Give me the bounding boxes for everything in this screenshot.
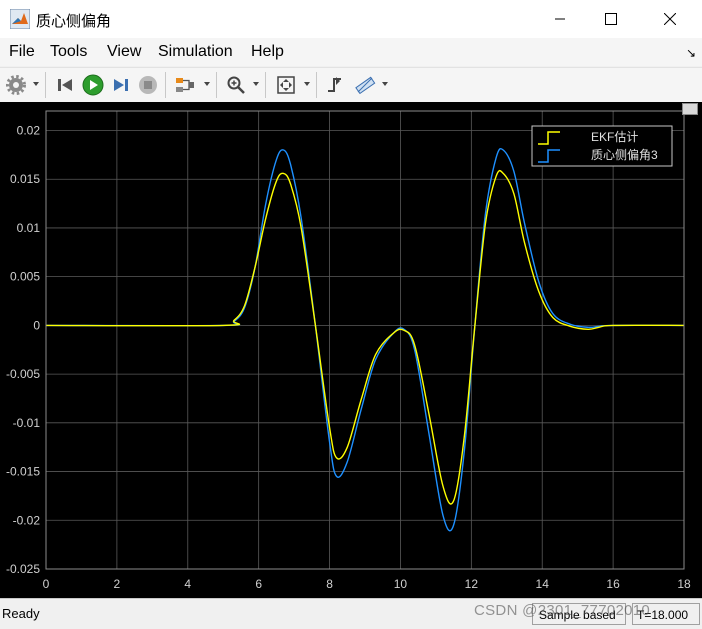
gear-icon <box>6 75 26 95</box>
toolbar-separator <box>265 72 266 98</box>
stop-button[interactable] <box>137 73 159 97</box>
y-tick-label: 0 <box>33 318 40 332</box>
axes-frame <box>45 110 685 570</box>
close-button[interactable] <box>647 0 693 38</box>
y-tick-label: -0.025 <box>6 562 40 576</box>
y-tick-label: -0.02 <box>13 513 41 527</box>
chevron-down-icon[interactable] <box>304 82 310 86</box>
menu-view[interactable]: View <box>107 43 141 61</box>
fit-icon <box>277 76 295 94</box>
grid <box>45 111 685 570</box>
y-tick-label: -0.005 <box>6 367 40 381</box>
cursor-measure-icon <box>355 76 376 95</box>
menu-file[interactable]: File <box>9 43 35 61</box>
chevron-down-icon[interactable] <box>33 82 39 86</box>
triggers-button[interactable] <box>324 73 346 97</box>
triggers-icon <box>328 77 341 92</box>
chevron-down-icon[interactable] <box>382 82 388 86</box>
expand-icon[interactable] <box>682 103 698 115</box>
maximize-icon <box>605 13 617 25</box>
y-tick-label: 0.01 <box>17 221 41 235</box>
highlight-button[interactable] <box>173 73 197 97</box>
y-tick-label: 0.005 <box>10 270 40 284</box>
menu-bar: File Tools View Simulation Help ↘ <box>0 38 702 66</box>
legend-label-actual: 质心侧偏角3 <box>591 147 658 162</box>
toolbar-separator <box>316 72 317 98</box>
undock-icon[interactable]: ↘ <box>686 46 696 60</box>
highlight-icon <box>176 78 194 92</box>
toolbar-separator <box>216 72 217 98</box>
toolbar <box>0 67 702 103</box>
tick-labels: 0 2 4 6 8 10 12 14 16 18 0.02 0.015 0.01 0.005 0 -0.005… <box>6 123 691 591</box>
watermark-text: CSDN @2301_77702010 <box>474 602 651 619</box>
x-tick-label: 4 <box>184 577 191 591</box>
x-tick-label: 0 <box>43 577 50 591</box>
menu-tools[interactable]: Tools <box>50 43 87 61</box>
chevron-down-icon[interactable] <box>253 82 259 86</box>
window-title: 质心侧偏角 <box>36 13 112 30</box>
legend-label-ekf: EKF估计 <box>591 130 638 144</box>
series-line-ekf <box>45 169 685 505</box>
status-text: Ready <box>2 606 40 621</box>
y-tick-label: 0.015 <box>10 172 40 186</box>
scope-window: 质心侧偏角 File Tools View Simulation Help ↘ <box>0 0 702 629</box>
series-lines <box>45 147 685 532</box>
toolbar-separator <box>45 72 46 98</box>
x-tick-label: 10 <box>394 577 408 591</box>
x-tick-label: 6 <box>255 577 262 591</box>
close-icon <box>664 13 676 25</box>
chevron-down-icon[interactable] <box>204 82 210 86</box>
minimize-icon <box>555 18 565 20</box>
step-back-icon <box>58 79 72 91</box>
stop-icon <box>139 76 157 94</box>
title-bar: 质心侧偏角 <box>0 0 702 38</box>
plot-area[interactable]: 0 2 4 6 8 10 12 14 16 18 0.02 0.015 0.01 0.005 0 -0.005… <box>0 102 702 598</box>
run-icon <box>82 74 104 96</box>
scope-display: 0 2 4 6 8 10 12 14 16 18 0.02 0.015 0.01 0.005 0 -0.005… <box>0 102 702 598</box>
minimize-button[interactable] <box>537 0 583 38</box>
menu-help[interactable]: Help <box>251 43 284 61</box>
menu-simulation[interactable]: Simulation <box>158 43 233 61</box>
y-tick-label: -0.01 <box>13 416 41 430</box>
x-tick-label: 12 <box>465 577 479 591</box>
zoom-button[interactable] <box>225 73 247 97</box>
step-forward-icon <box>114 79 128 91</box>
series-line-actual <box>45 147 685 532</box>
toolbar-separator <box>165 72 166 98</box>
matlab-logo-icon <box>10 9 30 29</box>
step-back-button[interactable] <box>54 73 76 97</box>
cursor-measurements-button[interactable] <box>353 73 377 97</box>
y-tick-label: 0.02 <box>17 123 41 137</box>
x-tick-label: 18 <box>677 577 691 591</box>
x-tick-label: 2 <box>114 577 121 591</box>
legend[interactable]: EKF估计 质心侧偏角3 <box>531 125 673 167</box>
y-tick-label: -0.015 <box>6 465 40 479</box>
x-tick-label: 16 <box>606 577 620 591</box>
settings-button[interactable] <box>5 73 27 97</box>
fit-to-view-button[interactable] <box>274 73 298 97</box>
x-tick-label: 14 <box>536 577 550 591</box>
step-forward-button[interactable] <box>110 73 132 97</box>
x-tick-label: 8 <box>326 577 333 591</box>
run-button[interactable] <box>81 73 105 97</box>
zoom-icon <box>227 76 245 94</box>
maximize-button[interactable] <box>588 0 634 38</box>
